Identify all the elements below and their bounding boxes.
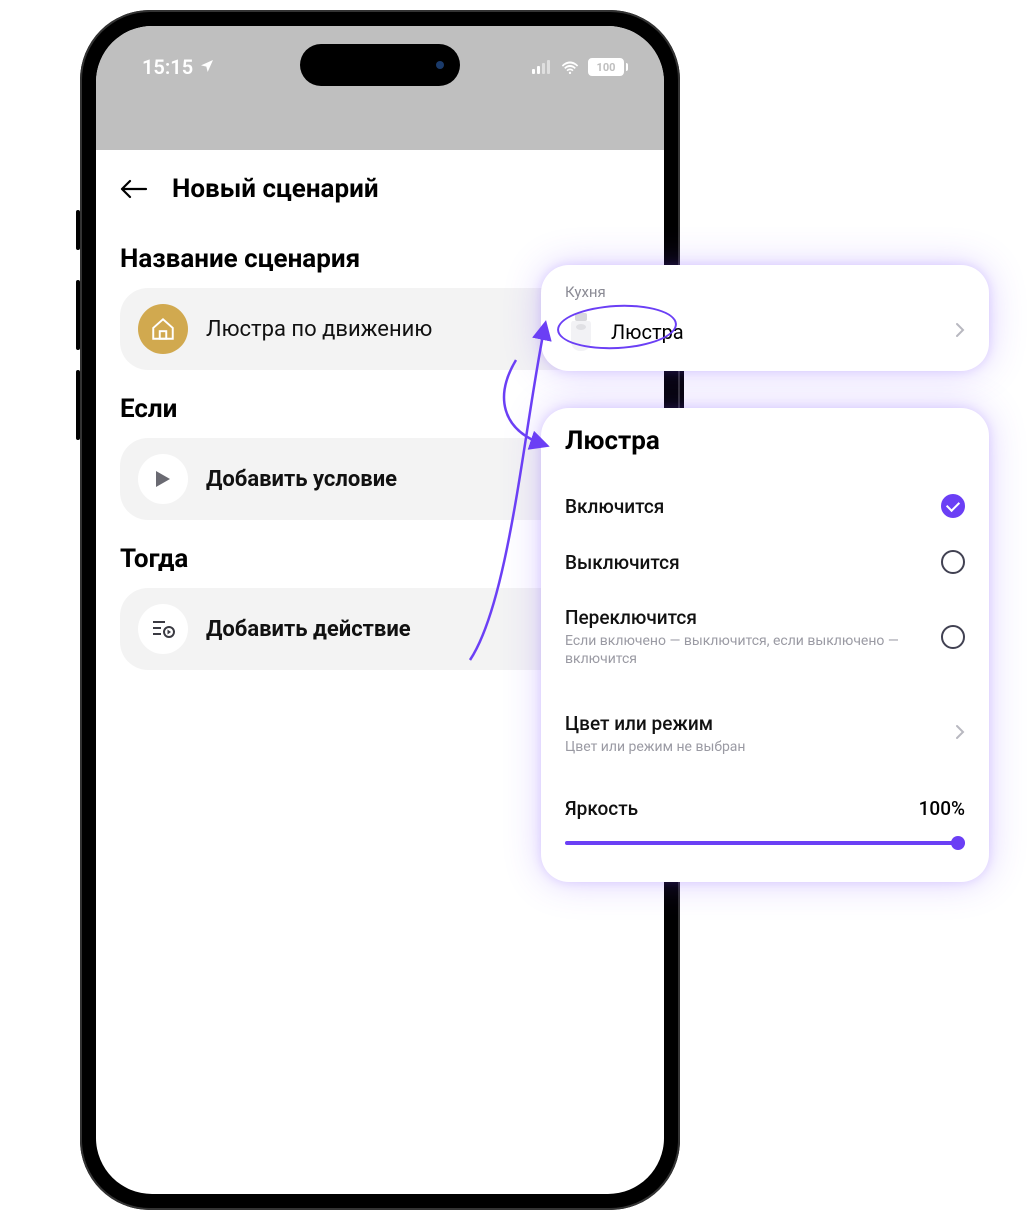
add-action-label: Добавить действие <box>206 617 411 642</box>
device-row[interactable]: Люстра <box>565 311 965 353</box>
device-actions-popout: Люстра Включится Выключится Переключится… <box>541 408 989 882</box>
radio-unchecked-icon[interactable] <box>941 550 965 574</box>
play-icon <box>138 454 188 504</box>
house-icon <box>138 304 188 354</box>
page-title: Новый сценарий <box>172 174 379 204</box>
option-turn-off[interactable]: Выключится <box>565 534 965 590</box>
brightness-label: Яркость <box>565 797 638 820</box>
option-turn-on[interactable]: Включится <box>565 478 965 534</box>
color-label: Цвет или режим <box>565 712 943 735</box>
status-time: 15:15 <box>142 55 193 79</box>
battery-icon: 100 <box>588 58 628 76</box>
option-brightness[interactable]: Яркость 100% <box>565 785 965 830</box>
room-label: Кухня <box>565 283 965 301</box>
toggle-sublabel: Если включено — выключится, если выключе… <box>565 632 929 668</box>
radio-checked-icon[interactable] <box>941 494 965 518</box>
device-select-popout: Кухня Люстра <box>541 265 989 371</box>
radio-unchecked-icon[interactable] <box>941 625 965 649</box>
brightness-slider[interactable] <box>565 836 965 850</box>
option-color[interactable]: Цвет или режим Цвет или режим не выбран <box>565 696 965 772</box>
slider-track <box>565 841 965 845</box>
signal-icon <box>532 55 552 79</box>
slider-thumb[interactable] <box>951 836 965 850</box>
turn-off-label: Выключится <box>565 551 929 574</box>
action-list-icon <box>138 604 188 654</box>
back-button[interactable] <box>120 178 148 200</box>
bulb-icon <box>565 311 597 353</box>
scenario-name-value: Люстра по движению <box>206 317 432 342</box>
turn-on-label: Включится <box>565 495 929 518</box>
brightness-value: 100% <box>919 797 965 820</box>
chevron-right-icon <box>955 322 965 342</box>
color-sublabel: Цвет или режим не выбран <box>565 738 943 756</box>
toggle-label: Переключится <box>565 606 929 629</box>
phone-volume-down <box>76 370 80 440</box>
dynamic-island <box>300 44 460 86</box>
actions-title: Люстра <box>565 426 965 456</box>
phone-volume-up <box>76 280 80 350</box>
wifi-icon <box>560 55 580 79</box>
camera-dot <box>436 61 444 69</box>
add-condition-label: Добавить условие <box>206 467 397 492</box>
location-icon <box>199 55 215 79</box>
chevron-right-icon <box>955 724 965 744</box>
option-toggle[interactable]: Переключится Если включено — выключится,… <box>565 590 965 684</box>
device-name: Люстра <box>611 320 684 344</box>
app-header-bg <box>96 98 664 150</box>
phone-side-button <box>76 210 80 250</box>
